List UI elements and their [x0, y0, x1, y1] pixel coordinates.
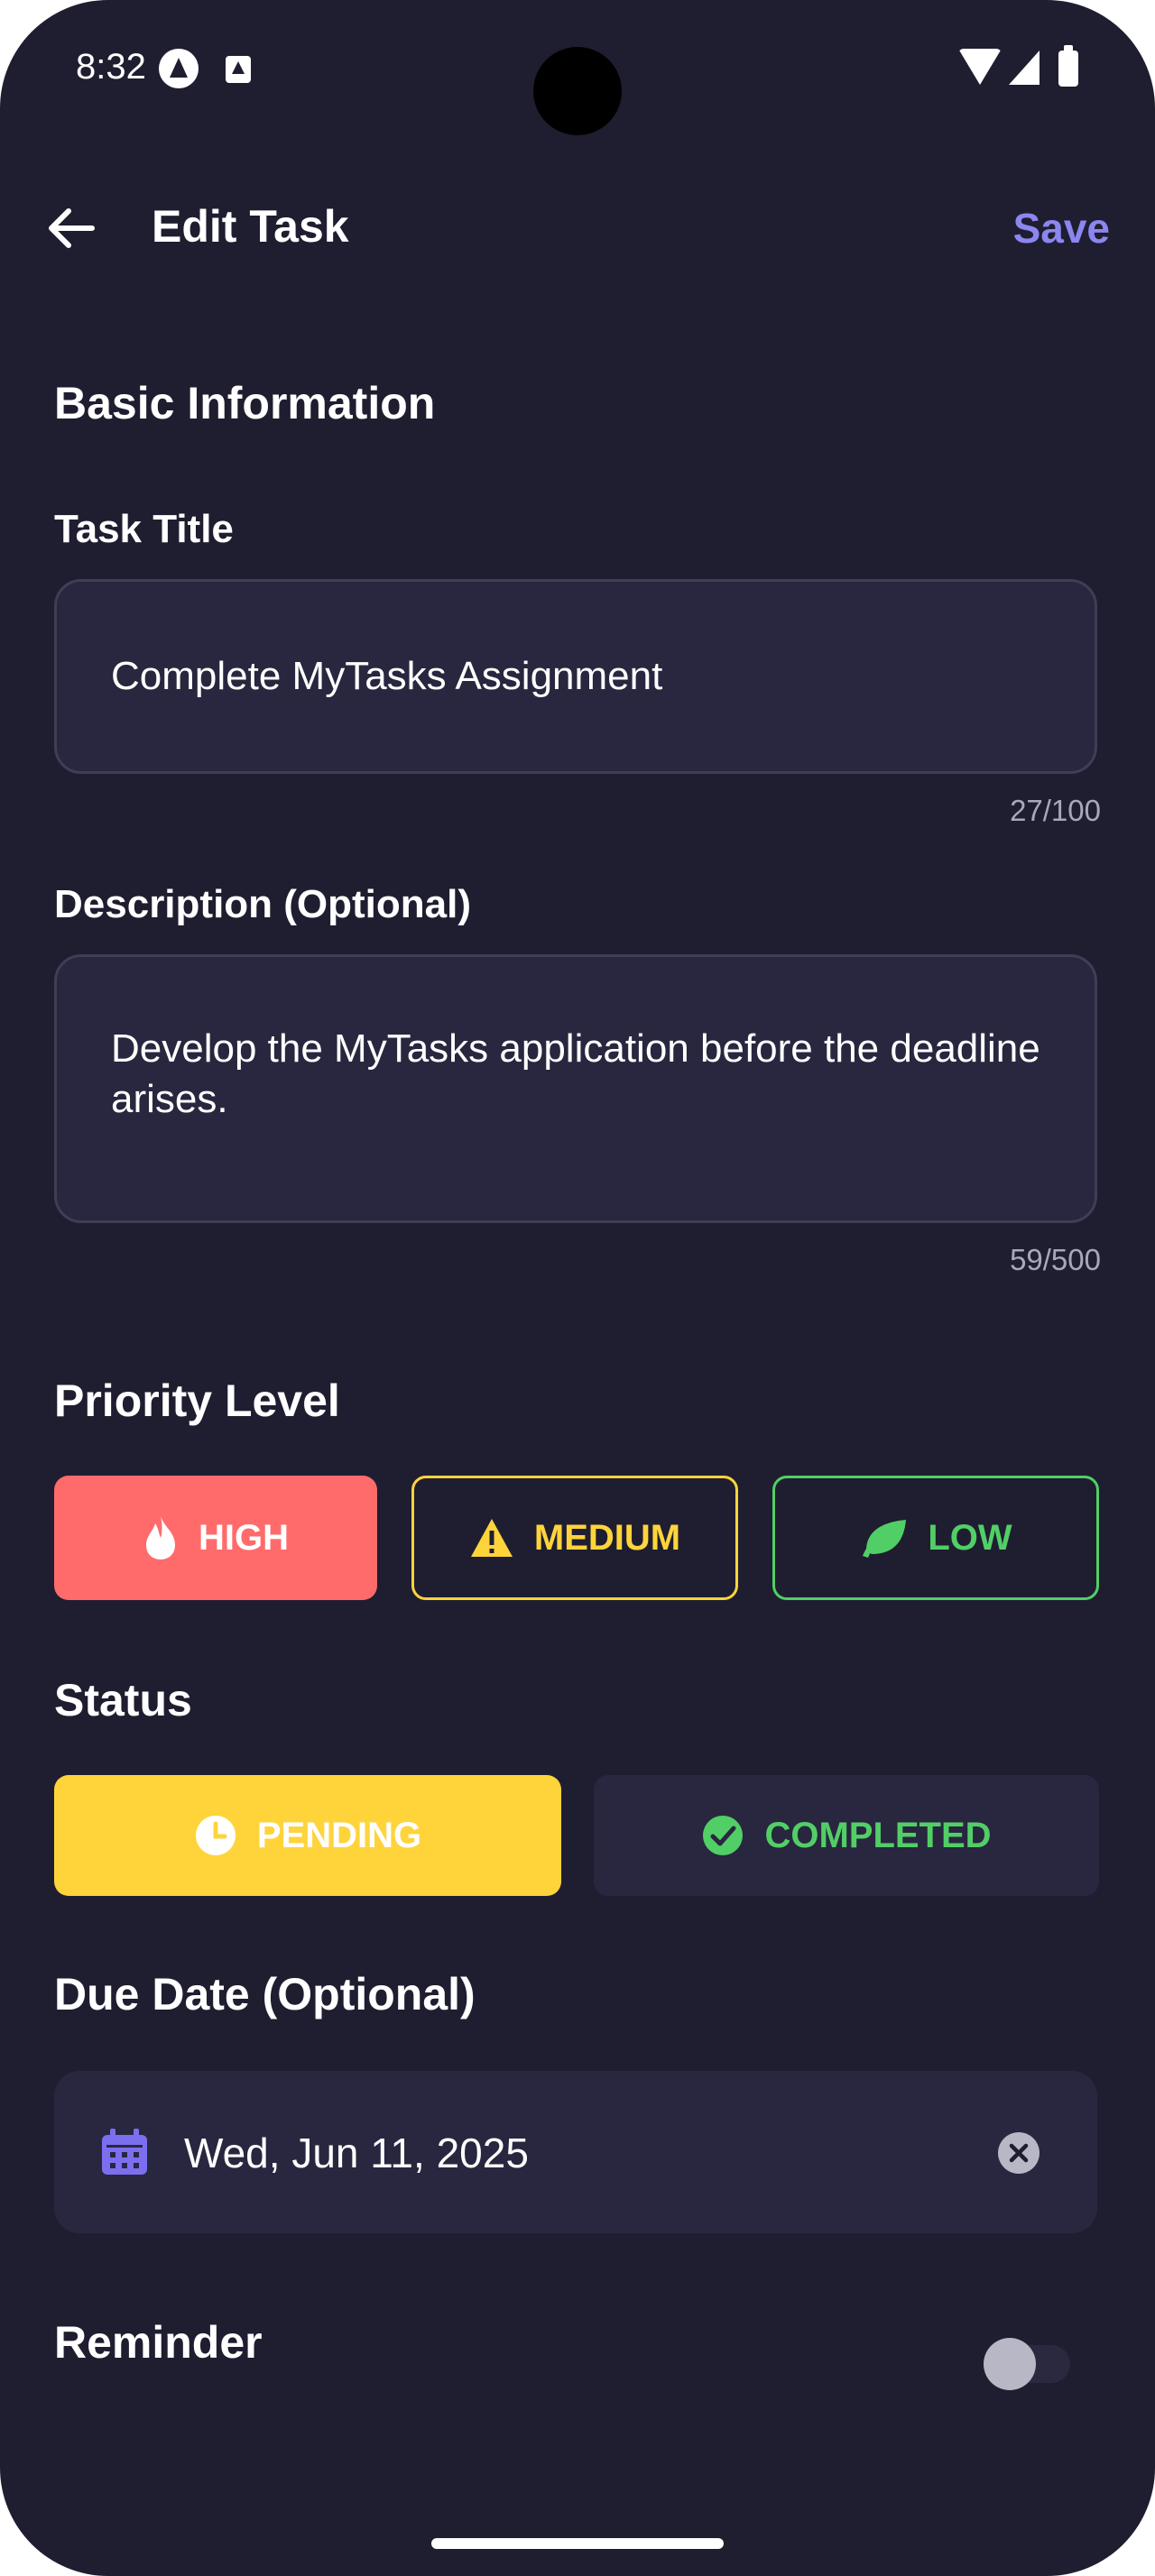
reminder-label: Reminder — [54, 2317, 263, 2368]
clear-date-button[interactable] — [997, 2131, 1040, 2175]
keyboard-notification-icon — [226, 56, 251, 83]
due-date-heading: Due Date (Optional) — [54, 1969, 476, 2019]
priority-level-heading: Priority Level — [54, 1375, 340, 1426]
camera-cutout — [533, 47, 622, 135]
status-pending-button[interactable]: PENDING — [54, 1775, 561, 1896]
reminder-toggle-knob[interactable] — [984, 2338, 1036, 2390]
status-completed-button[interactable]: COMPLETED — [594, 1775, 1099, 1896]
status-completed-label: COMPLETED — [764, 1815, 992, 1855]
task-title-input[interactable]: Complete MyTasks Assignment — [54, 579, 1097, 774]
priority-high-label: HIGH — [199, 1517, 289, 1558]
description-label: Description (Optional) — [54, 882, 471, 926]
app-notification-icon — [159, 49, 199, 88]
basic-information-heading: Basic Information — [54, 378, 436, 428]
task-title-label: Task Title — [54, 507, 234, 551]
description-character-counter: 59/500 — [1010, 1243, 1101, 1276]
arrow-left-icon — [49, 208, 95, 248]
description-value: Develop the MyTasks application before t… — [111, 1026, 1040, 1121]
signal-icon — [1009, 51, 1040, 85]
priority-medium-label: MEDIUM — [533, 1517, 681, 1558]
warning-icon — [470, 1519, 513, 1557]
leaf-icon — [863, 1520, 907, 1558]
status-time: 8:32 — [76, 47, 146, 87]
calendar-icon — [102, 2129, 147, 2175]
priority-low-label: LOW — [928, 1517, 1012, 1558]
page-title: Edit Task — [152, 201, 349, 252]
priority-low-button[interactable]: LOW — [772, 1476, 1099, 1600]
priority-medium-button[interactable]: MEDIUM — [411, 1476, 738, 1600]
home-indicator[interactable] — [431, 2538, 724, 2549]
priority-high-button[interactable]: HIGH — [54, 1476, 377, 1600]
wifi-icon — [958, 49, 1002, 85]
status-pending-label: PENDING — [256, 1815, 422, 1855]
clock-icon — [195, 1816, 236, 1855]
due-date-value: Wed, Jun 11, 2025 — [184, 2130, 529, 2176]
description-input[interactable]: Develop the MyTasks application before t… — [54, 954, 1097, 1223]
battery-icon — [1058, 45, 1078, 87]
app-screen: 8:32 Edit Task Save Basic Information Ta… — [0, 0, 1155, 2576]
task-title-value: Complete MyTasks Assignment — [111, 654, 663, 698]
flame-icon — [146, 1516, 175, 1559]
back-button[interactable] — [40, 197, 103, 260]
save-button[interactable]: Save — [1013, 204, 1110, 253]
status-heading: Status — [54, 1675, 192, 1725]
check-circle-icon — [703, 1816, 744, 1855]
title-character-counter: 27/100 — [1010, 794, 1101, 827]
